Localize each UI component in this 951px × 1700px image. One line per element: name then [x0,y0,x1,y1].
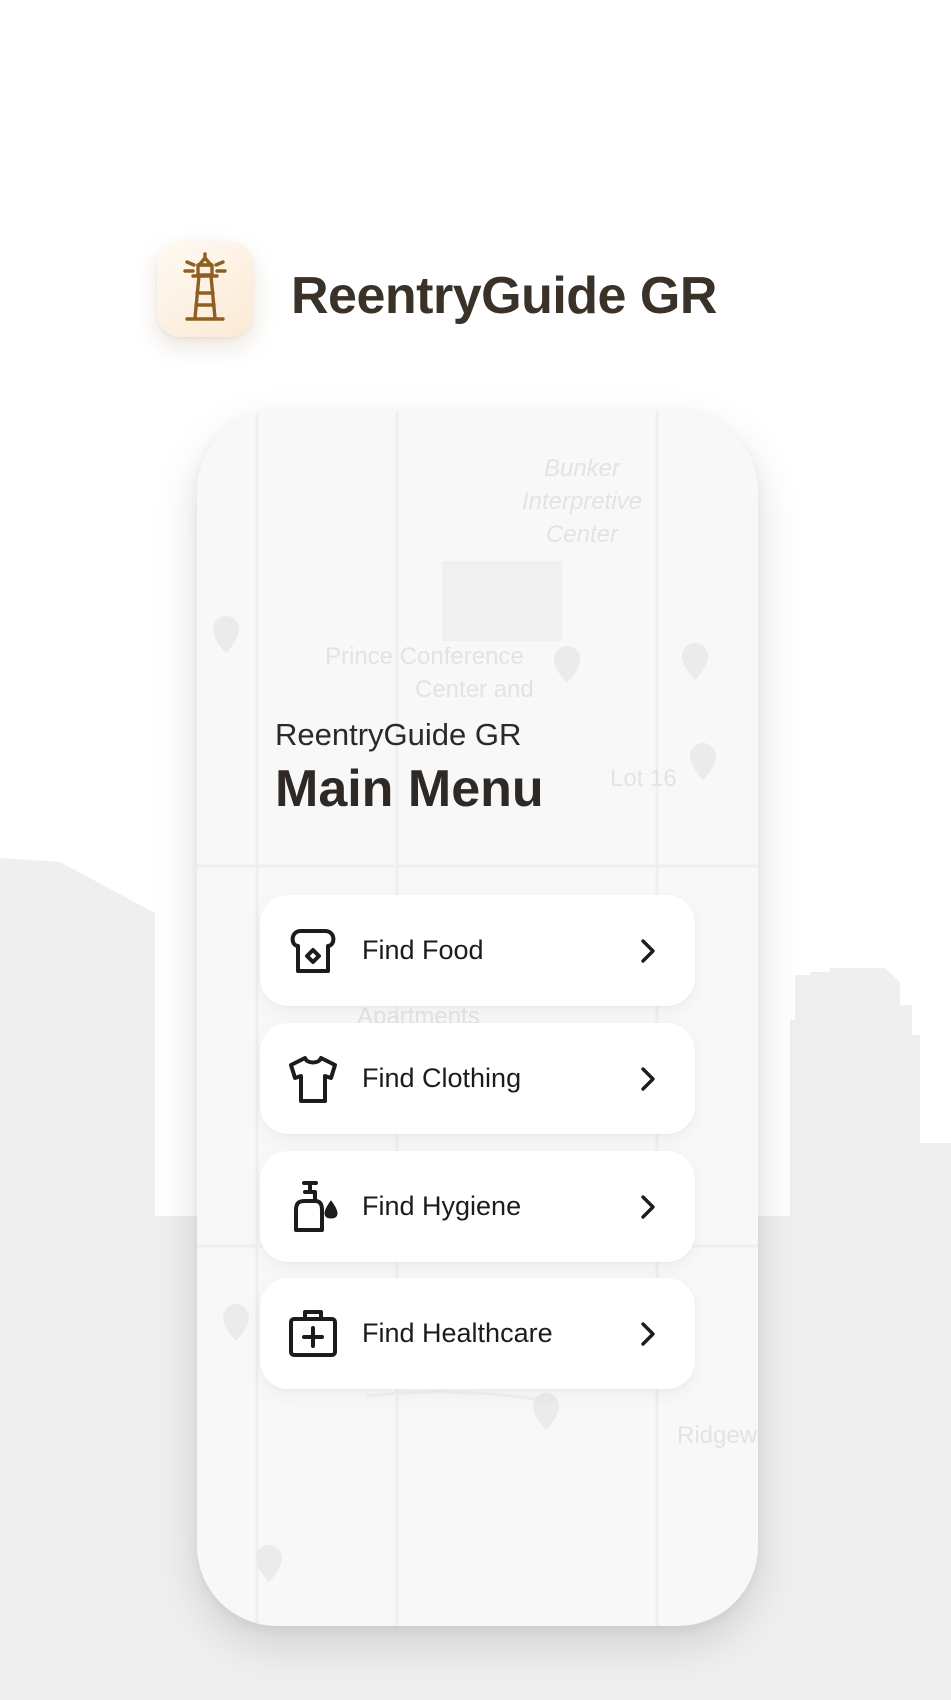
soap-dispenser-icon [286,1180,340,1234]
screen-subtitle: ReentryGuide GR [275,717,522,752]
map-label: Bunker [544,455,621,482]
app-title: ReentryGuide GR [291,267,717,325]
map-label: Prince Conference [325,643,524,670]
map-label: Center and [415,676,534,703]
lighthouse-icon [183,252,227,321]
first-aid-kit-icon [286,1307,340,1361]
chevron-right-icon [641,1195,655,1219]
app-logo [157,241,253,337]
map-label: Interpretive [522,488,642,515]
main-menu: Find Food Find Clothing Find Hygiene Fin… [260,895,695,1406]
chevron-right-icon [641,1067,655,1091]
find-food-label: Find Food [362,935,484,965]
map-label: Lot 16 [610,765,677,792]
find-healthcare-label: Find Healthcare [362,1318,553,1348]
chevron-right-icon [641,1322,655,1346]
find-clothing-label: Find Clothing [362,1063,522,1093]
map-label: Center [546,521,619,548]
shirt-icon [286,1052,340,1106]
map-label: Ridgew [677,1422,758,1449]
find-hygiene-label: Find Hygiene [362,1191,522,1221]
bread-icon [286,924,340,978]
phone-mockup: Bunker Interpretive Center Prince Confer… [197,411,758,1626]
find-healthcare-button[interactable]: Find Healthcare [260,1278,695,1389]
chevron-right-icon [641,939,655,963]
find-clothing-button[interactable]: Find Clothing [260,1023,695,1134]
screen-title: Main Menu [275,760,544,818]
find-food-button[interactable]: Find Food [260,895,695,1006]
find-hygiene-button[interactable]: Find Hygiene [260,1151,695,1262]
